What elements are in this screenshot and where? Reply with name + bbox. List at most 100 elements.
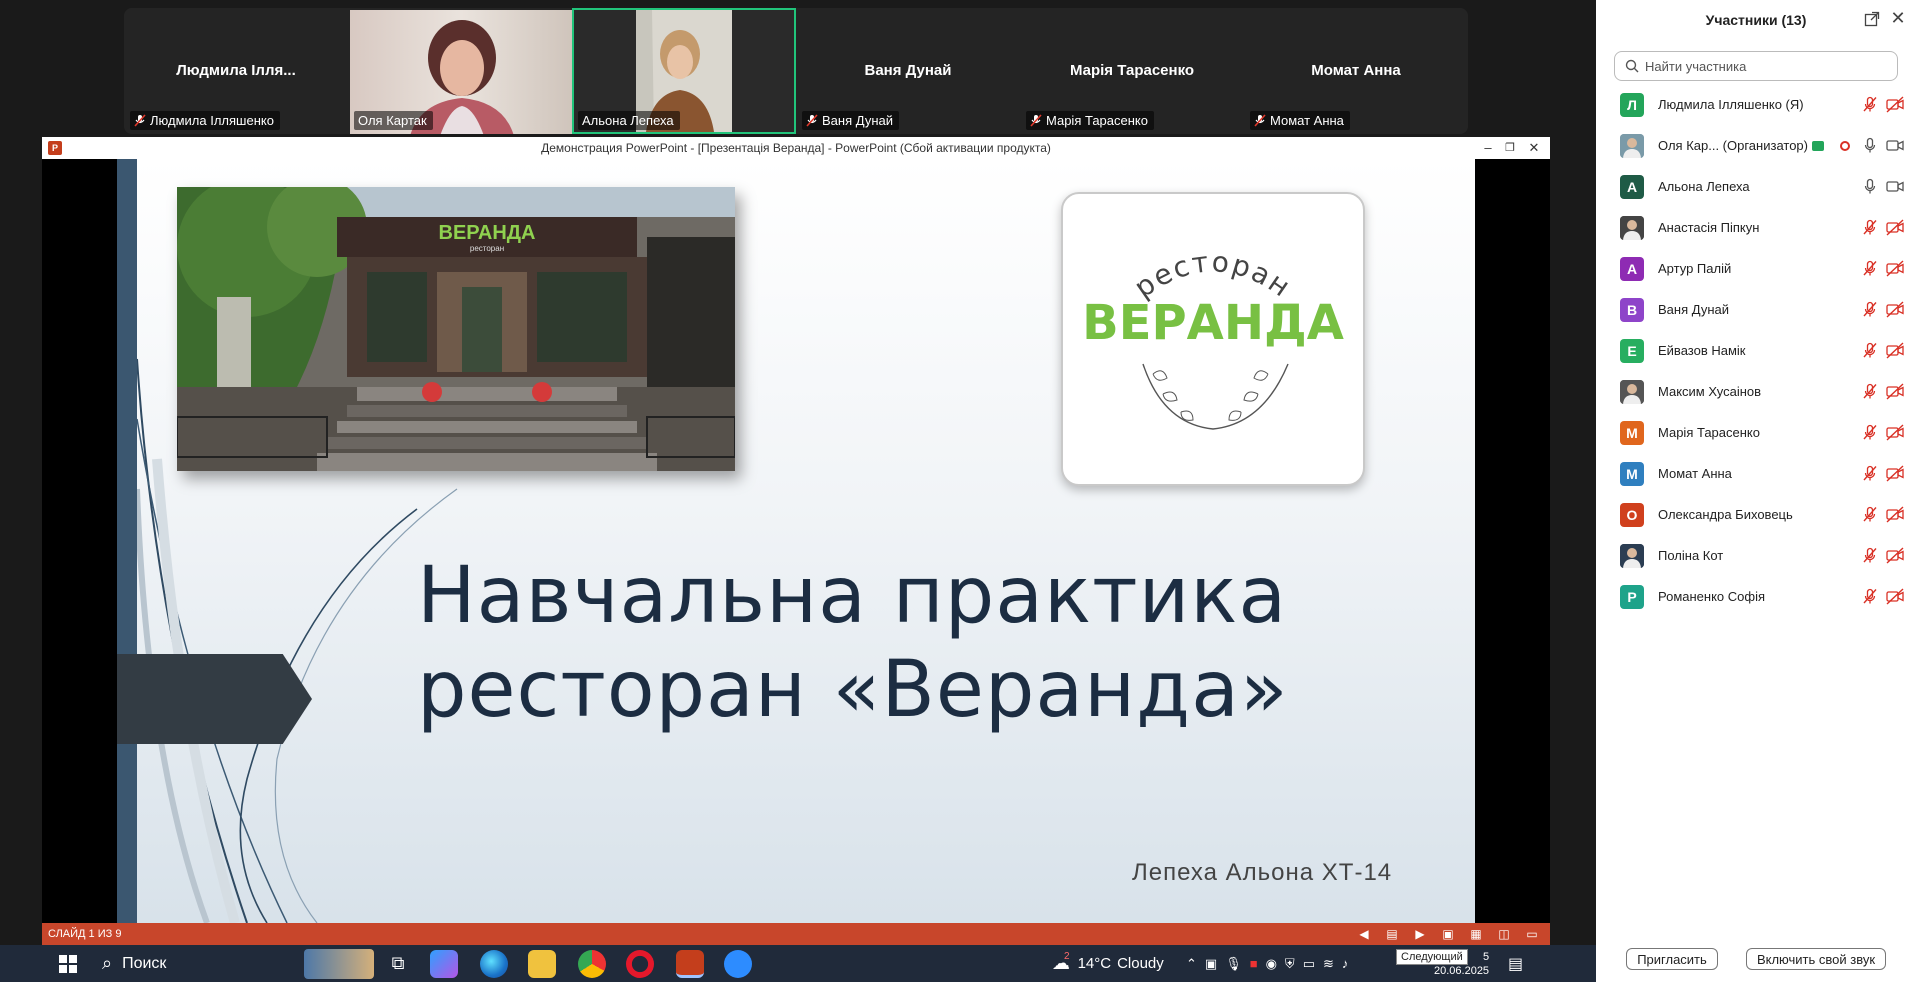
- microphone-muted-icon[interactable]: [1862, 588, 1878, 605]
- file-explorer-icon[interactable]: [528, 950, 556, 978]
- next-slide-tooltip: Следующий: [1396, 949, 1468, 965]
- participant-row[interactable]: М Марія Тарасенко: [1596, 412, 1916, 453]
- slide-counter: СЛАЙД 1 ИЗ 9: [48, 928, 122, 940]
- task-view-icon[interactable]: ⧉: [384, 945, 412, 982]
- video-tile[interactable]: Оля Картак: [348, 8, 574, 134]
- camera-off-icon[interactable]: [1886, 547, 1904, 564]
- opera-icon[interactable]: [626, 950, 654, 978]
- video-tile-active-speaker[interactable]: Альона Лепеха: [572, 8, 796, 134]
- copilot-icon[interactable]: [430, 950, 458, 978]
- microphone-icon[interactable]: [1862, 178, 1878, 195]
- participant-row[interactable]: Р Романенко Софія: [1596, 576, 1916, 617]
- microphone-muted-icon[interactable]: [1862, 383, 1878, 400]
- slide[interactable]: ВЕРАНДА ресторан ресторан ВЕРАНДА Навчал…: [117, 159, 1475, 923]
- participant-row[interactable]: А Артур Палій: [1596, 248, 1916, 289]
- tile-name: Марія Тарасенко: [1069, 62, 1195, 79]
- microphone-muted-icon[interactable]: [1862, 342, 1878, 359]
- previous-icon[interactable]: ◀: [1356, 926, 1372, 942]
- ppt-titlebar[interactable]: P Демонстрация PowerPoint - [Презентація…: [42, 137, 1550, 159]
- notes-icon[interactable]: ▤: [1384, 926, 1400, 942]
- close-icon[interactable]: ✕: [1524, 139, 1544, 157]
- participant-row[interactable]: М Момат Анна: [1596, 453, 1916, 494]
- camera-off-icon[interactable]: [1886, 219, 1904, 236]
- wifi-icon[interactable]: ≋: [1323, 956, 1334, 972]
- participant-row[interactable]: А Альона Лепеха: [1596, 166, 1916, 207]
- video-tile[interactable]: Ваня Дунай Ваня Дунай: [796, 8, 1020, 134]
- camera-icon[interactable]: [1886, 137, 1904, 154]
- restaurant-photo-image: ВЕРАНДА ресторан: [177, 187, 735, 471]
- camera-off-icon[interactable]: [1886, 506, 1904, 523]
- mic-off-icon: [806, 114, 818, 127]
- edge-icon[interactable]: [480, 950, 508, 978]
- ppt-statusbar: СЛАЙД 1 ИЗ 9 ◀ ▤ ▶ ▣ ▦ ◫ ▭: [42, 923, 1550, 945]
- participant-row[interactable]: Максим Хусаінов: [1596, 371, 1916, 412]
- logo-main-text: ВЕРАНДА: [1082, 295, 1344, 351]
- camera-off-icon[interactable]: [1886, 465, 1904, 482]
- microphone-muted-icon[interactable]: [1862, 96, 1878, 113]
- camera-off-icon[interactable]: [1886, 383, 1904, 400]
- microphone-muted-icon[interactable]: [1862, 465, 1878, 482]
- volume-icon[interactable]: ♪: [1342, 956, 1349, 971]
- camera-off-icon[interactable]: [1886, 301, 1904, 318]
- participant-name: Романенко Софія: [1658, 589, 1766, 604]
- video-tile[interactable]: Людмила Ілля... Людмила Ілляшенко: [124, 8, 348, 134]
- microphone-muted-icon[interactable]: [1862, 260, 1878, 277]
- normal-view-icon[interactable]: ▣: [1440, 926, 1456, 942]
- restore-icon[interactable]: ❐: [1500, 139, 1520, 157]
- notifications-icon[interactable]: ▤: [1508, 945, 1523, 982]
- slideshow-icon[interactable]: ▭: [1524, 926, 1540, 942]
- camera-off-icon[interactable]: [1886, 96, 1904, 113]
- participant-name: Ваня Дунай: [1658, 302, 1729, 317]
- avatar: Р: [1620, 584, 1644, 609]
- video-tile[interactable]: Марія Тарасенко Марія Тарасенко: [1020, 8, 1244, 134]
- unmute-self-button[interactable]: Включить свой звук: [1746, 948, 1886, 970]
- invite-button[interactable]: Пригласить: [1626, 948, 1718, 970]
- chrome-icon[interactable]: [578, 950, 606, 978]
- participant-row[interactable]: В Ваня Дунай: [1596, 289, 1916, 330]
- popout-icon[interactable]: [1864, 11, 1880, 27]
- participant-row[interactable]: Оля Кар... (Организатор): [1596, 125, 1916, 166]
- microphone-muted-icon[interactable]: [1862, 219, 1878, 236]
- microphone-icon[interactable]: [1862, 137, 1878, 154]
- participant-row[interactable]: Поліна Кот: [1596, 535, 1916, 576]
- minimize-icon[interactable]: –: [1478, 139, 1498, 157]
- microphone-muted-icon[interactable]: [1862, 506, 1878, 523]
- tray-app-icon[interactable]: ▣: [1205, 956, 1217, 972]
- microphone-muted-icon[interactable]: [1862, 547, 1878, 564]
- start-button[interactable]: [54, 945, 82, 982]
- participant-search: [1614, 51, 1898, 81]
- weather-temp: 14°C: [1077, 955, 1112, 972]
- powerpoint-taskbar-icon[interactable]: [676, 950, 704, 978]
- camera-icon[interactable]: [1886, 178, 1904, 195]
- participant-row[interactable]: Л Людмила Ілляшенко (Я): [1596, 84, 1916, 125]
- participant-row[interactable]: Анастасія Піпкун: [1596, 207, 1916, 248]
- slide-author: Лепеха Альона ХТ-14: [1132, 859, 1393, 886]
- slide-sorter-icon[interactable]: ▦: [1468, 926, 1484, 942]
- camera-off-icon[interactable]: [1886, 588, 1904, 605]
- record-icon[interactable]: ■: [1250, 956, 1258, 971]
- camera-off-icon[interactable]: [1886, 424, 1904, 441]
- weather-widget[interactable]: ☁ 2 14°C Cloudy: [1052, 945, 1164, 982]
- video-tile[interactable]: Момат Анна Момат Анна: [1244, 8, 1468, 134]
- security-icon[interactable]: ⛨: [1285, 956, 1295, 972]
- tile-label: Людмила Ілляшенко: [130, 111, 280, 130]
- participant-row[interactable]: Е Ейвазов Намік: [1596, 330, 1916, 371]
- zoom-icon[interactable]: [724, 950, 752, 978]
- battery-icon[interactable]: ▭: [1303, 956, 1315, 972]
- participant-row[interactable]: О Олександра Биховець: [1596, 494, 1916, 535]
- ppt-window-title: Демонстрация PowerPoint - [Презентація В…: [541, 141, 1051, 155]
- tray-app-icon[interactable]: ◉: [1266, 956, 1277, 972]
- reading-view-icon[interactable]: ◫: [1496, 926, 1512, 942]
- participant-search-input[interactable]: [1645, 58, 1885, 74]
- mic-off-icon: [134, 114, 146, 127]
- taskbar-search[interactable]: ⌕ Поиск: [94, 945, 374, 982]
- camera-off-icon[interactable]: [1886, 260, 1904, 277]
- microphone-muted-icon[interactable]: [1862, 301, 1878, 318]
- camera-off-icon[interactable]: [1886, 342, 1904, 359]
- microphone-icon[interactable]: 🎙: [1225, 956, 1242, 972]
- slide-arrow-shape: [117, 654, 312, 744]
- microphone-muted-icon[interactable]: [1862, 424, 1878, 441]
- next-icon[interactable]: ▶: [1412, 926, 1428, 942]
- close-icon[interactable]: ✕: [1890, 9, 1906, 27]
- chevron-up-icon[interactable]: ⌃: [1186, 956, 1197, 972]
